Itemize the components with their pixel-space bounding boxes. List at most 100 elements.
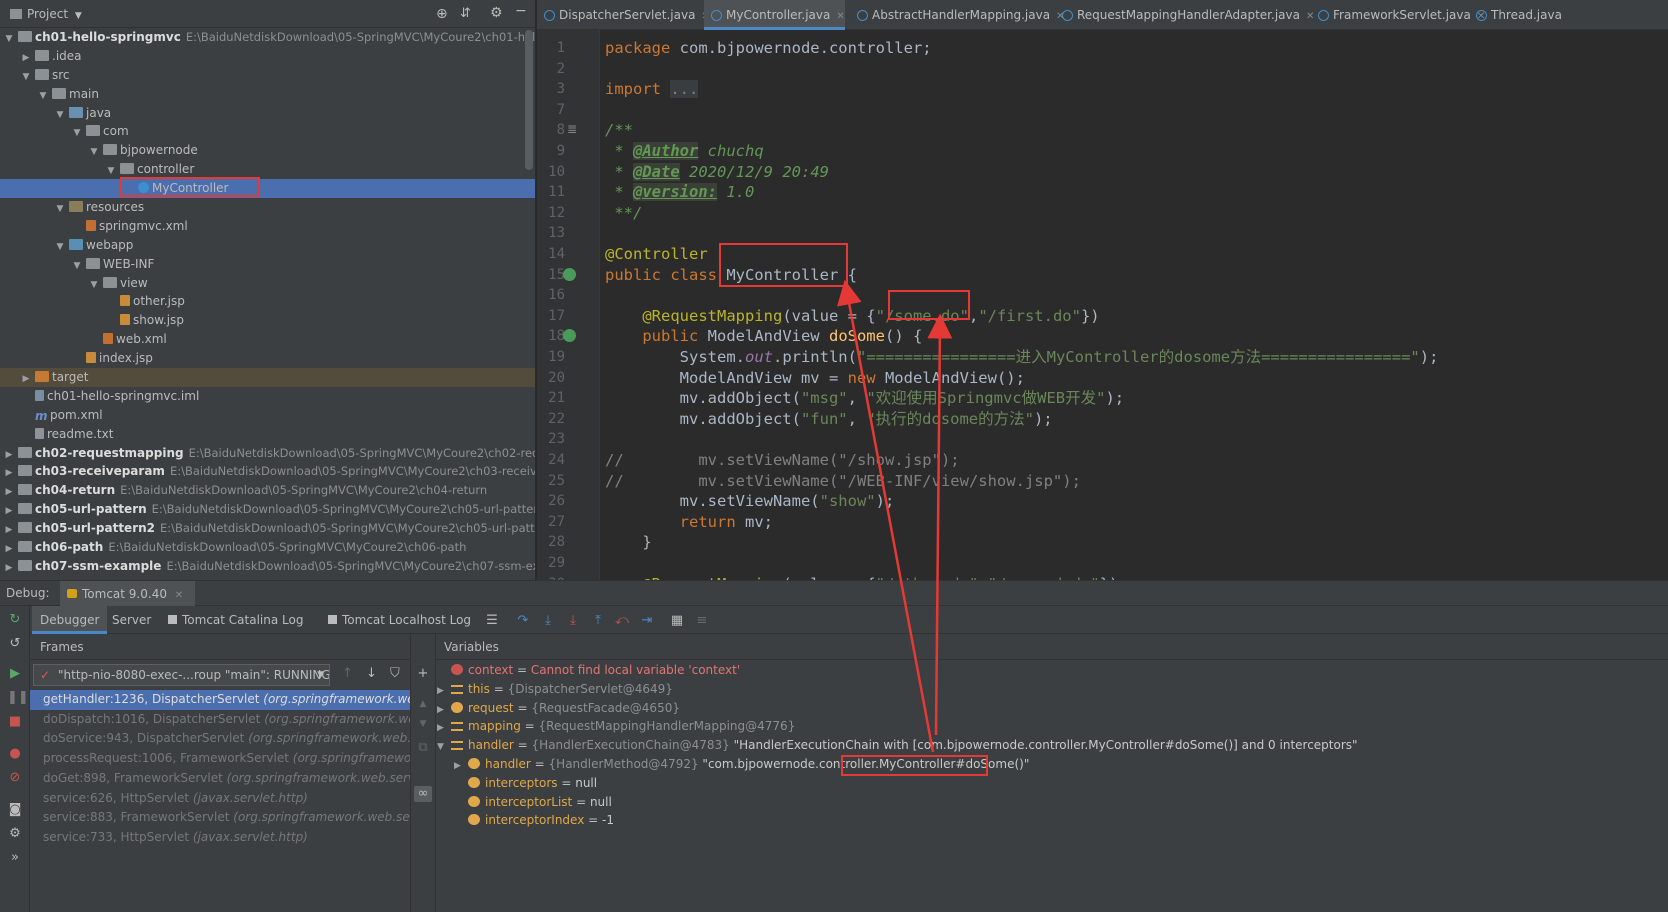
variable-row[interactable]: ▼ handler = {HandlerExecutionChain@4783} … (437, 736, 1358, 755)
tab-server[interactable]: Server (104, 606, 159, 634)
chevron-down-icon[interactable]: ▼ (54, 106, 66, 123)
code-line[interactable]: mv.addObject("msg", "欢迎使用Springmvc做WEB开发… (605, 388, 1125, 408)
resume-icon[interactable]: ▶ (7, 666, 23, 682)
watches-toggle-icon[interactable]: ∞ (414, 786, 432, 802)
chevron-right-icon[interactable]: ▶ (3, 521, 15, 538)
tree-item[interactable]: ▶ ch02-requestmapping E:\BaiduNetdiskDownl… (0, 444, 535, 463)
code-line[interactable]: mv.setViewName("show"); (605, 491, 895, 511)
chevron-down-icon[interactable]: ▼ (54, 238, 66, 255)
run-to-cursor-icon[interactable]: ⇥ (640, 614, 654, 628)
menu-icon[interactable]: ☰ (485, 614, 499, 628)
chevron-right-icon[interactable]: ▶ (3, 502, 15, 519)
variable-row[interactable]: interceptorIndex = -1 (454, 811, 614, 830)
editor-tab[interactable]: AbstractHandlerMapping.java ✕ (850, 0, 1064, 30)
bean-icon[interactable] (563, 329, 576, 343)
variable-row[interactable]: ▶ this = {DispatcherServlet@4649} (437, 680, 673, 699)
close-icon[interactable]: ✕ (175, 590, 183, 601)
code-line[interactable]: **/ (605, 203, 642, 223)
code-line[interactable]: // mv.setViewName("/show.jsp"); (605, 450, 960, 470)
code-line[interactable]: ModelAndView mv = new ModelAndView(); (605, 368, 1025, 388)
pin-icon[interactable]: » (7, 850, 23, 866)
editor-tab[interactable]: DispatcherServlet.java✕ (537, 0, 710, 30)
chevron-down-icon[interactable]: ▼ (37, 87, 49, 104)
tree-item[interactable]: ▶ ch05-url-pattern E:\BaiduNetdiskDownload… (0, 500, 535, 519)
thread-selector[interactable]: ✓ "http-nio-8080-exec-...roup "main": RU… (33, 664, 330, 686)
chevron-down-icon[interactable]: ▼ (88, 276, 100, 293)
chevron-down-icon[interactable]: ▼ (71, 124, 83, 141)
code-line[interactable]: } (605, 532, 651, 552)
camera-icon[interactable]: ◙ (7, 802, 23, 818)
tab-tomcat-localhost-log[interactable]: Tomcat Localhost Log (320, 606, 479, 634)
tab-tomcat-catalina-log[interactable]: Tomcat Catalina Log (160, 606, 311, 634)
chevron-down-icon[interactable]: ▼ (105, 162, 117, 179)
code-line[interactable]: @Controller (605, 244, 708, 264)
code-line[interactable]: // mv.setViewName("/WEB-INF/view/show.js… (605, 471, 1081, 491)
chevron-down-icon[interactable]: ▼ (71, 257, 83, 274)
rerun-icon[interactable]: ↻ (7, 612, 23, 628)
code-line[interactable]: @RequestMapping(value = {"/some.do","/fi… (605, 306, 1099, 326)
chevron-right-icon[interactable]: ▶ (3, 464, 15, 481)
gear-icon[interactable]: ⚙ (490, 5, 503, 21)
step-into-icon[interactable]: ⤓ (541, 614, 555, 628)
move-down-icon[interactable]: ▼ (415, 716, 431, 732)
tree-item[interactable]: index.jsp (0, 349, 535, 368)
chevron-down-icon[interactable]: ▼ (3, 30, 15, 47)
tree-item[interactable]: ▶ target (0, 368, 535, 387)
pause-icon[interactable]: ❚❚ (7, 690, 29, 706)
chevron-down-icon[interactable]: ▼ (88, 143, 100, 160)
tree-item[interactable]: ▶ ch04-return E:\BaiduNetdiskDownload\05-S… (0, 481, 535, 500)
tree-item[interactable]: ▼ view (0, 274, 535, 293)
chevron-right-icon[interactable]: ▶ (20, 370, 32, 387)
frame-row[interactable]: service:883, FrameworkServlet (org.sprin… (30, 808, 410, 828)
tree-item[interactable]: ▼ controller (0, 160, 535, 179)
code-line[interactable]: mv.addObject("fun", "执行的dosome的方法"); (605, 409, 1053, 429)
frame-row[interactable]: processRequest:1006, FrameworkServlet (o… (30, 749, 410, 769)
locate-icon[interactable]: ⊕ (436, 6, 448, 22)
editor-tab[interactable]: FrameworkServlet.java ✕ (1311, 0, 1485, 30)
code-line[interactable]: * @Author chuchq (605, 141, 764, 161)
tree-item[interactable]: ▼ resources (0, 198, 535, 217)
tree-item[interactable]: readme.txt (0, 425, 535, 444)
bean-icon[interactable] (563, 267, 576, 281)
code-line[interactable]: public ModelAndView doSome() { (605, 326, 922, 346)
frame-up-icon[interactable]: ↑ (342, 666, 353, 681)
step-out-icon[interactable]: ⤒ (591, 614, 605, 628)
restart-icon[interactable]: ↺ (7, 636, 23, 652)
frame-row[interactable]: doGet:898, FrameworkServlet (org.springf… (30, 769, 410, 789)
chevron-down-icon[interactable]: ▼ (437, 738, 451, 757)
frame-down-icon[interactable]: ↓ (366, 666, 377, 681)
tree-item[interactable]: ch01-hello-springmvc.iml (0, 387, 535, 406)
step-over-icon[interactable]: ↷ (516, 614, 530, 628)
variable-row[interactable]: interceptorList = null (454, 793, 612, 812)
chevron-right-icon[interactable]: ▶ (3, 446, 15, 463)
tree-item[interactable]: ▶ ch07-ssm-example E:\BaiduNetdiskDownload… (0, 557, 535, 576)
collapse-icon[interactable]: ⇵ (460, 6, 471, 21)
evaluate-icon[interactable]: ▦ (670, 614, 684, 628)
tree-item[interactable]: ▼ ch01-hello-springmvc E:\BaiduNetdiskDown… (0, 28, 535, 47)
tree-item[interactable]: ▼ main (0, 85, 535, 104)
tree-item[interactable]: web.xml (0, 330, 535, 349)
force-step-into-icon[interactable]: ⤓ (566, 614, 580, 628)
code-line[interactable]: /** (605, 120, 633, 140)
fold-icon[interactable]: ≣ (567, 122, 577, 136)
code-line[interactable]: return mv; (605, 512, 773, 532)
chevron-down-icon[interactable]: ▼ (20, 68, 32, 85)
variable-row[interactable]: interceptors = null (454, 774, 597, 793)
tree-item[interactable]: ▼ com (0, 122, 535, 141)
move-up-icon[interactable]: ▲ (415, 696, 431, 712)
tree-item[interactable]: springmvc.xml (0, 217, 535, 236)
chevron-right-icon[interactable]: ▶ (20, 49, 32, 66)
chevron-right-icon[interactable]: ▶ (3, 540, 15, 557)
copy-icon[interactable]: ⧉ (415, 740, 431, 756)
code-line[interactable]: package com.bjpowernode.controller; (605, 38, 932, 58)
close-icon[interactable]: ✕ (836, 11, 844, 22)
tree-scrollbar[interactable] (525, 30, 533, 170)
frame-row[interactable]: service:626, HttpServlet (javax.servlet.… (30, 789, 410, 809)
drop-frame-icon[interactable]: ⤺ (615, 614, 629, 628)
tree-item[interactable]: MyController (0, 179, 535, 199)
add-watch-icon[interactable]: + (415, 666, 431, 682)
tree-item[interactable]: ▼ src (0, 66, 535, 85)
tree-item[interactable]: ▶ .idea (0, 47, 535, 66)
tree-item[interactable]: ▶ ch03-receiveparam E:\BaiduNetdiskDownloa… (0, 462, 535, 481)
variable-row[interactable]: ▶ mapping = {RequestMappingHandlerMapping… (437, 717, 795, 736)
